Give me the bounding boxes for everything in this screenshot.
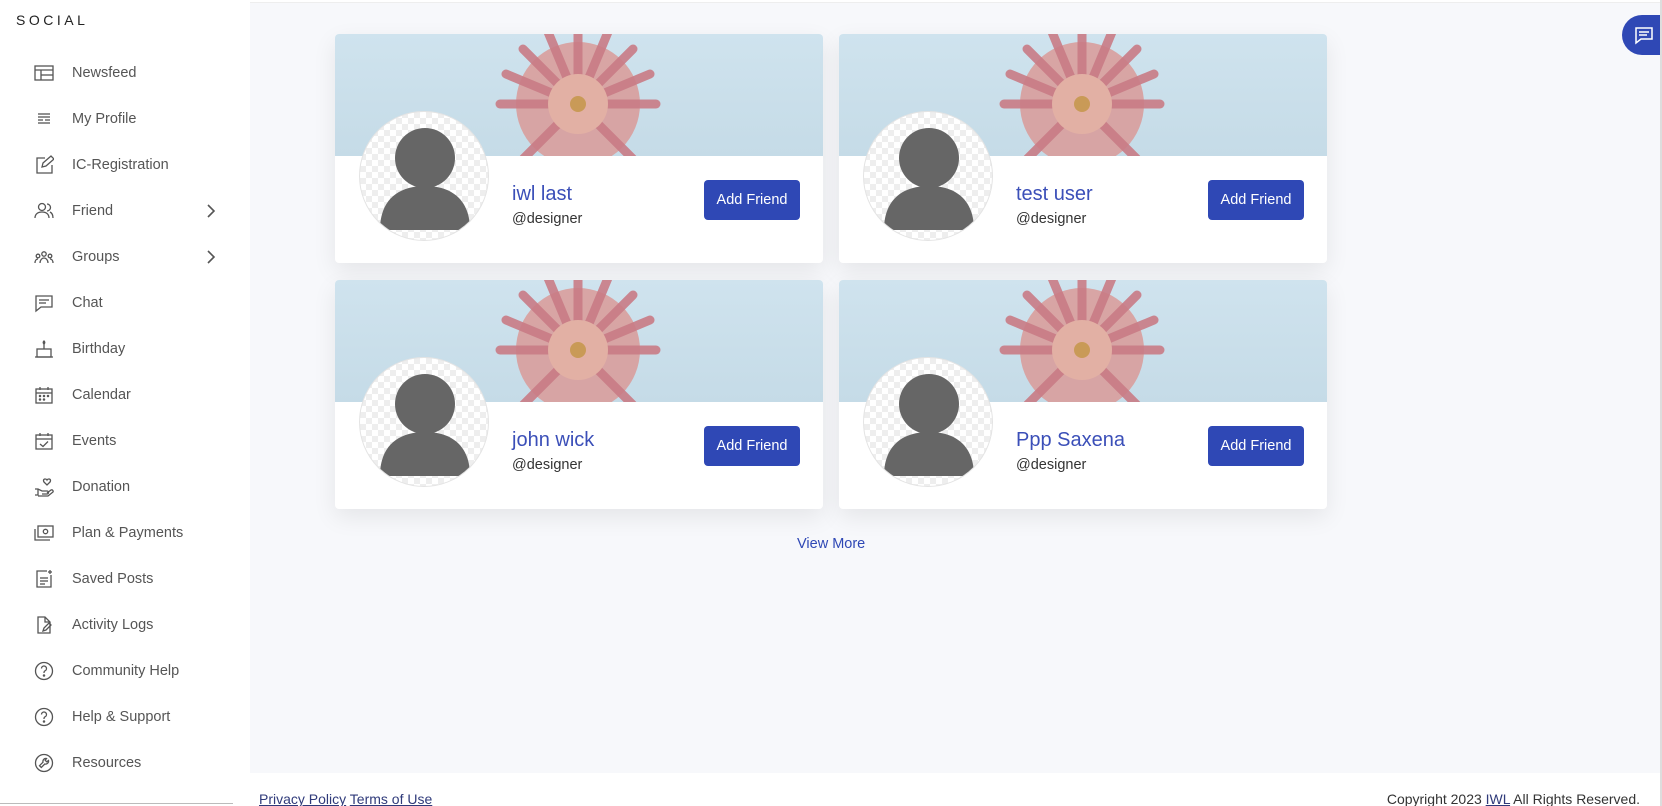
friends-icon xyxy=(34,201,54,221)
sidebar-item-help-support[interactable]: Help & Support xyxy=(0,694,250,740)
privacy-policy-link[interactable]: Privacy Policy xyxy=(259,791,346,806)
sidebar-nav: Newsfeed My Profile IC-Registration Frie… xyxy=(0,50,250,786)
footer-links: Privacy Policy Terms of Use xyxy=(259,791,432,806)
avatar[interactable] xyxy=(359,111,489,241)
sidebar-item-label: My Profile xyxy=(72,111,137,127)
user-handle: @designer xyxy=(1016,457,1087,473)
sidebar-item-label: Help & Support xyxy=(72,709,171,725)
chat-icon xyxy=(34,293,54,313)
terms-of-use-link[interactable]: Terms of Use xyxy=(350,791,432,806)
user-name-link[interactable]: john wick xyxy=(512,429,594,452)
add-friend-button[interactable]: Add Friend xyxy=(704,426,800,466)
chevron-right-icon[interactable] xyxy=(203,203,219,219)
copyright-suffix: All Rights Reserved. xyxy=(1513,791,1640,806)
groups-icon xyxy=(34,247,54,267)
user-name-link[interactable]: iwl last xyxy=(512,183,572,206)
sidebar-item-calendar[interactable]: Calendar xyxy=(0,372,250,418)
sidebar-item-label: Activity Logs xyxy=(72,617,154,633)
sidebar-item-label: Donation xyxy=(72,479,131,495)
sidebar-item-activity-logs[interactable]: Activity Logs xyxy=(0,602,250,648)
add-friend-button[interactable]: Add Friend xyxy=(1208,426,1304,466)
user-name-link[interactable]: Ppp Saxena xyxy=(1016,429,1125,452)
sidebar-item-label: Community Help xyxy=(72,663,180,679)
payments-icon xyxy=(34,523,54,543)
sidebar-item-groups[interactable]: Groups xyxy=(0,234,250,280)
user-handle: @designer xyxy=(1016,211,1087,227)
sidebar-item-label: Resources xyxy=(72,755,142,771)
sidebar-item-friend[interactable]: Friend xyxy=(0,188,250,234)
sidebar-item-label: Chat xyxy=(72,295,103,311)
copyright-prefix: Copyright 2023 xyxy=(1386,791,1482,806)
iwl-link[interactable]: IWL xyxy=(1486,791,1510,806)
sidebar-item-label: Calendar xyxy=(72,387,131,403)
profile-icon xyxy=(34,109,54,129)
help-circle-icon xyxy=(34,707,54,727)
avatar[interactable] xyxy=(359,357,489,487)
sidebar: SOCIAL Newsfeed My Profile IC-Registrati… xyxy=(0,0,250,806)
sidebar-item-saved-posts[interactable]: Saved Posts xyxy=(0,556,250,602)
avatar[interactable] xyxy=(863,357,993,487)
friend-suggestion-card: john wick @designer Add Friend xyxy=(335,280,823,509)
sidebar-divider xyxy=(0,803,233,804)
sidebar-item-birthday[interactable]: Birthday xyxy=(0,326,250,372)
help-circle-icon xyxy=(34,661,54,681)
user-handle: @designer xyxy=(512,211,583,227)
sidebar-item-label: Saved Posts xyxy=(72,571,154,587)
avatar[interactable] xyxy=(863,111,993,241)
chevron-right-icon[interactable] xyxy=(203,249,219,265)
sidebar-item-newsfeed[interactable]: Newsfeed xyxy=(0,50,250,96)
sidebar-item-community-help[interactable]: Community Help xyxy=(0,648,250,694)
friend-suggestion-card: Ppp Saxena @designer Add Friend xyxy=(839,280,1327,509)
friend-suggestion-card: test user @designer Add Friend xyxy=(839,34,1327,263)
edit-icon xyxy=(34,155,54,175)
saved-posts-icon xyxy=(34,569,54,589)
add-friend-button[interactable]: Add Friend xyxy=(704,180,800,220)
friend-suggestion-card: iwl last @designer Add Friend xyxy=(335,34,823,263)
calendar-icon xyxy=(34,385,54,405)
newsfeed-icon xyxy=(34,63,54,83)
sidebar-item-label: Friend xyxy=(72,203,114,219)
chat-toggle-button[interactable] xyxy=(1622,15,1662,55)
sidebar-item-label: Birthday xyxy=(72,341,126,357)
sidebar-item-label: Events xyxy=(72,433,117,449)
brand-logo: SOCIAL xyxy=(16,12,89,28)
wrench-icon xyxy=(34,753,54,773)
sidebar-item-label: Plan & Payments xyxy=(72,525,184,541)
sidebar-item-label: Newsfeed xyxy=(72,65,137,81)
sidebar-item-plan-payments[interactable]: Plan & Payments xyxy=(0,510,250,556)
sidebar-item-donation[interactable]: Donation xyxy=(0,464,250,510)
add-friend-button[interactable]: Add Friend xyxy=(1208,180,1304,220)
donation-icon xyxy=(34,477,54,497)
view-more-link[interactable]: View More xyxy=(797,536,865,552)
cake-icon xyxy=(34,339,54,359)
user-handle: @designer xyxy=(512,457,583,473)
sidebar-item-chat[interactable]: Chat xyxy=(0,280,250,326)
top-bar xyxy=(250,0,1662,3)
sidebar-item-label: Groups xyxy=(72,249,120,265)
sidebar-item-ic-registration[interactable]: IC-Registration xyxy=(0,142,250,188)
sidebar-item-label: IC-Registration xyxy=(72,157,169,173)
events-icon xyxy=(34,431,54,451)
footer: Privacy Policy Terms of Use Copyright 20… xyxy=(250,773,1660,806)
activity-log-icon xyxy=(34,615,54,635)
user-name-link[interactable]: test user xyxy=(1016,183,1093,206)
message-icon xyxy=(1634,25,1654,45)
sidebar-item-resources[interactable]: Resources xyxy=(0,740,250,786)
sidebar-item-events[interactable]: Events xyxy=(0,418,250,464)
sidebar-item-my-profile[interactable]: My Profile xyxy=(0,96,250,142)
copyright: Copyright 2023 IWL All Rights Reserved. xyxy=(1387,791,1640,806)
